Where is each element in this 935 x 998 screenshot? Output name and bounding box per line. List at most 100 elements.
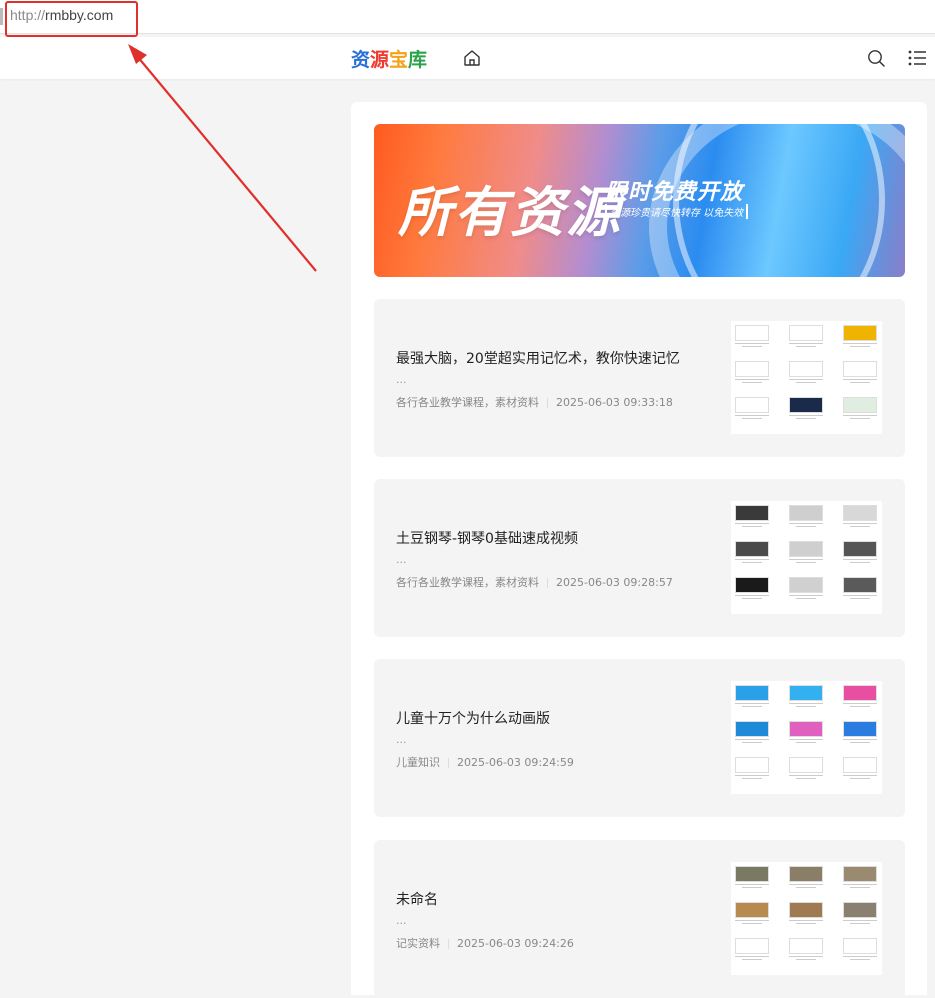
post-card[interactable]: 最强大脑，20堂超实用记忆术，教你快速记忆 ... 各行各业教学课程，素材资料 2… — [374, 299, 905, 457]
post-title[interactable]: 儿童十万个为什么动画版 — [396, 708, 550, 728]
thumbnail-caption-line — [843, 739, 877, 740]
browser-address-bar[interactable]: http://rmbby.com — [0, 0, 935, 34]
logo-char-2: 源 — [370, 49, 390, 71]
thumbnail-caption-line — [741, 959, 763, 960]
thumbnail-caption-line — [741, 742, 763, 743]
thumbnail-caption-line — [795, 418, 817, 419]
thumbnail-caption-line — [735, 343, 769, 344]
thumbnail-caption-line — [849, 923, 871, 924]
thumbnail-frame — [789, 757, 823, 779]
thumbnail-frame — [789, 325, 823, 347]
main-content: 所有资源 限时免费开放 资源珍贵请尽快转存 以免失效 最强大脑，20堂超实用记忆… — [351, 102, 927, 998]
thumbnail-caption-line — [741, 887, 763, 888]
post-thumbnail[interactable] — [731, 321, 882, 434]
logo-char-3: 宝 — [389, 49, 409, 71]
thumbnail-caption-line — [849, 598, 871, 599]
thumbnail-caption-line — [741, 382, 763, 383]
post-card[interactable]: 未命名 ... 记实资料 2025-06-03 09:24:26 — [374, 840, 905, 998]
thumbnail-caption-line — [795, 742, 817, 743]
thumbnail-frame-image — [735, 541, 769, 557]
site-header: 资源宝库 — [0, 37, 935, 79]
promo-banner[interactable]: 所有资源 限时免费开放 资源珍贵请尽快转存 以免失效 — [374, 124, 905, 277]
thumbnail-frame-image — [789, 325, 823, 341]
post-card[interactable]: 儿童十万个为什么动画版 ... 儿童知识 2025-06-03 09:24:59 — [374, 659, 905, 817]
thumbnail-caption-line — [735, 559, 769, 560]
post-excerpt: ... — [396, 373, 407, 386]
post-category[interactable]: 各行各业教学课程，素材资料 — [396, 576, 539, 589]
thumbnail-frame-image — [789, 721, 823, 737]
post-thumbnail[interactable] — [731, 862, 882, 975]
post-thumbnail[interactable] — [731, 501, 882, 614]
thumbnail-caption-line — [741, 778, 763, 779]
thumbnail-frame — [843, 685, 877, 707]
thumbnail-frame — [789, 577, 823, 599]
thumbnail-frame-image — [789, 866, 823, 882]
thumbnail-caption-line — [849, 778, 871, 779]
thumbnail-frame — [843, 866, 877, 888]
post-category[interactable]: 各行各业教学课程，素材资料 — [396, 396, 539, 409]
thumbnail-frame — [735, 721, 769, 743]
post-meta: 记实资料 2025-06-03 09:24:26 — [396, 935, 574, 951]
post-date: 2025-06-03 09:33:18 — [556, 396, 673, 409]
post-excerpt: ... — [396, 553, 407, 566]
thumbnail-caption-line — [843, 884, 877, 885]
thumbnail-frame-image — [843, 902, 877, 918]
thumbnail-frame-image — [789, 757, 823, 773]
thumbnail-caption-line — [789, 343, 823, 344]
thumbnail-frame-image — [789, 541, 823, 557]
post-thumbnail[interactable] — [731, 681, 882, 794]
thumbnail-frame — [843, 361, 877, 383]
thumbnail-frame — [843, 902, 877, 924]
post-date: 2025-06-03 09:24:26 — [457, 937, 574, 950]
thumbnail-frame — [843, 541, 877, 563]
thumbnail-caption-line — [789, 379, 823, 380]
thumbnail-frame — [789, 866, 823, 888]
thumbnail-frame-image — [789, 902, 823, 918]
thumbnail-frame — [843, 325, 877, 347]
home-icon[interactable] — [462, 48, 482, 68]
thumbnail-caption-line — [789, 559, 823, 560]
post-title[interactable]: 未命名 — [396, 889, 438, 909]
thumbnail-caption-line — [795, 562, 817, 563]
annotation-highlight-box — [5, 1, 138, 37]
thumbnail-frame-image — [843, 505, 877, 521]
thumbnail-caption-line — [735, 956, 769, 957]
thumbnail-frame-image — [789, 397, 823, 413]
post-title[interactable]: 土豆钢琴-钢琴0基础速成视频 — [396, 528, 578, 548]
thumbnail-frame-image — [789, 361, 823, 377]
thumbnail-frame — [843, 577, 877, 599]
post-date: 2025-06-03 09:24:59 — [457, 756, 574, 769]
thumbnail-frame-image — [735, 505, 769, 521]
post-card[interactable]: 土豆钢琴-钢琴0基础速成视频 ... 各行各业教学课程，素材资料 2025-06-… — [374, 479, 905, 637]
thumbnail-frame-image — [735, 685, 769, 701]
thumbnail-frame-image — [735, 397, 769, 413]
thumbnail-frame — [735, 902, 769, 924]
thumbnail-caption-line — [849, 418, 871, 419]
thumbnail-frame-image — [843, 541, 877, 557]
thumbnail-frame-image — [789, 577, 823, 593]
thumbnail-frame — [735, 577, 769, 599]
thumbnail-caption-line — [849, 562, 871, 563]
thumbnail-frame-image — [735, 938, 769, 954]
thumbnail-caption-line — [843, 343, 877, 344]
thumbnail-caption-line — [795, 382, 817, 383]
thumbnail-caption-line — [789, 956, 823, 957]
thumbnail-caption-line — [789, 884, 823, 885]
site-logo[interactable]: 资源宝库 — [351, 45, 427, 72]
menu-list-icon[interactable] — [906, 47, 928, 69]
thumbnail-caption-line — [735, 739, 769, 740]
thumbnail-frame-image — [843, 938, 877, 954]
thumbnail-caption-line — [843, 595, 877, 596]
thumbnail-frame — [789, 938, 823, 960]
thumbnail-frame-image — [735, 757, 769, 773]
post-title[interactable]: 最强大脑，20堂超实用记忆术，教你快速记忆 — [396, 348, 680, 368]
thumbnail-caption-line — [795, 923, 817, 924]
thumbnail-frame-image — [735, 902, 769, 918]
post-category[interactable]: 记实资料 — [396, 937, 440, 950]
thumbnail-caption-line — [795, 778, 817, 779]
post-meta: 各行各业教学课程，素材资料 2025-06-03 09:28:57 — [396, 574, 673, 590]
search-icon[interactable] — [866, 48, 886, 68]
post-category[interactable]: 儿童知识 — [396, 756, 440, 769]
thumbnail-caption-line — [849, 959, 871, 960]
thumbnail-frame — [735, 866, 769, 888]
